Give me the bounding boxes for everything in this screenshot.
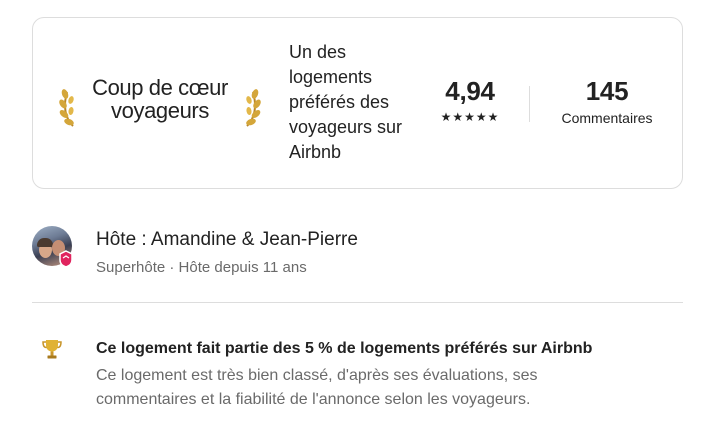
host-section: Hôte : Amandine & Jean-Pierre Superhôte … [32,224,683,284]
trophy-icon [42,340,62,359]
guest-favorite-description: Un des logements préférés des voyageurs … [289,42,403,162]
rating-value: 4,94 [445,76,495,106]
rating-stars-icon: ★★★★★ [440,110,500,124]
card-divider [529,86,530,122]
laurel-right-icon [246,89,261,127]
reviews-summary[interactable]: 145 Commentaires [545,76,669,126]
guest-favorite-card[interactable]: Coup de cœur voyageurs Un des logements … [32,17,683,189]
highlight-item: Ce logement fait partie des 5 % de logem… [32,334,683,414]
section-divider [32,302,683,303]
host-subtitle: Superhôte · Hôte depuis 11 ans [96,259,307,276]
highlight-title: Ce logement fait partie des 5 % de logem… [96,340,593,357]
superhost-badge-icon [59,250,73,268]
host-name: Hôte : Amandine & Jean-Pierre [96,229,358,250]
badge-title: Coup de cœur voyageurs [92,75,228,123]
highlight-description: Ce logement est très bien classé, d'aprè… [96,367,538,408]
reviews-label: Commentaires [561,110,653,126]
rating-summary: 4,94 ★★★★★ [427,76,513,124]
guest-favorite-badge: Coup de cœur voyageurs [55,68,265,140]
laurel-left-icon [59,89,74,127]
reviews-count: 145 [585,76,629,106]
